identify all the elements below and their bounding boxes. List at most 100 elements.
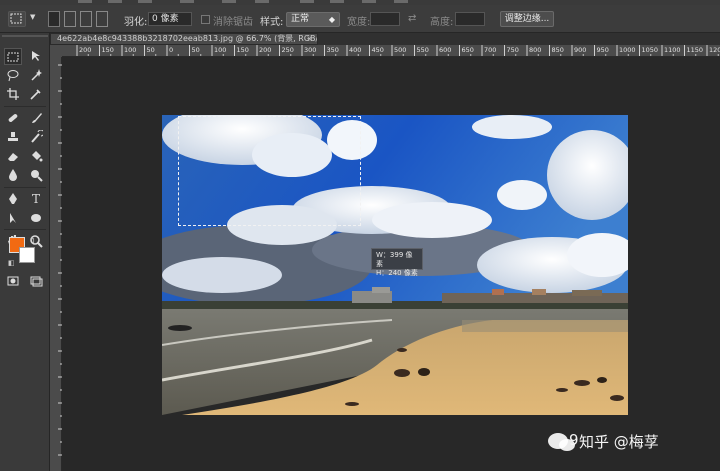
menu-item[interactable] (138, 0, 152, 3)
watermark-digit: 9 (569, 431, 579, 449)
selection-width-readout: W：399 像素 (376, 251, 413, 268)
height-label: 高度: (430, 17, 454, 28)
screen-mode-button[interactable] (27, 273, 45, 290)
dodge-tool[interactable] (27, 167, 45, 184)
ruler-label: 0 (169, 46, 173, 54)
antialias-checkbox[interactable] (201, 15, 210, 24)
ruler-label: 50 (192, 46, 200, 54)
ruler-label: 50 (147, 46, 155, 54)
path-select-tool[interactable] (4, 210, 22, 227)
quick-mask-button[interactable] (4, 273, 22, 290)
paint-bucket-tool[interactable] (27, 148, 45, 165)
selection-height-readout: H：240 像素 (376, 269, 418, 277)
style-select-value: 正常 (291, 14, 310, 24)
ruler-label: 850 (552, 46, 564, 54)
ruler-label: 950 (597, 46, 609, 54)
refine-edge-button[interactable]: 调整边缘... (500, 11, 554, 27)
eyedropper-icon (30, 89, 41, 100)
chevron-down-icon[interactable]: ▼ (30, 13, 35, 21)
eraser-icon (8, 153, 18, 161)
ruler-label: 100 (214, 46, 226, 54)
clone-stamp-tool[interactable] (4, 129, 22, 146)
pen-icon (9, 193, 17, 204)
ruler-label: 1200 (709, 46, 720, 54)
ruler-label: 1000 (619, 46, 636, 54)
ruler-label: 1050 (642, 46, 659, 54)
height-input[interactable] (455, 12, 485, 26)
drop-icon (9, 169, 17, 181)
move-icon (32, 51, 40, 61)
brush-tool[interactable] (27, 110, 45, 127)
vertical-ruler[interactable] (50, 57, 62, 471)
bucket-icon (32, 151, 43, 162)
style-select[interactable]: 正常 ◆ (286, 12, 340, 27)
add-to-selection-icon[interactable] (64, 11, 76, 27)
rect-marquee-tool[interactable] (4, 48, 22, 65)
selection-size-tooltip: W：399 像素 H：240 像素 (371, 248, 423, 277)
pen-tool[interactable] (4, 191, 22, 208)
menu-item[interactable] (300, 0, 314, 3)
magic-wand-icon (31, 69, 42, 81)
tool-separator (4, 187, 46, 188)
selection-marquee[interactable] (178, 116, 361, 226)
brush-icon (32, 113, 42, 123)
menu-item[interactable] (78, 0, 92, 3)
document-tab-title: 4e622ab4e8c943388b3218702eeab813.jpg @ 6… (57, 34, 318, 43)
menu-item[interactable] (222, 0, 236, 3)
crop-icon (7, 88, 19, 100)
swap-colors-icon[interactable]: ↰ (29, 236, 36, 245)
screen-mode-icon (30, 276, 43, 287)
history-brush-tool[interactable] (27, 129, 45, 146)
ruler-label: 650 (462, 46, 474, 54)
tool-separator (4, 229, 46, 230)
menu-item[interactable] (330, 0, 344, 3)
rect-marquee-icon (10, 13, 22, 24)
new-selection-icon[interactable] (48, 11, 60, 27)
default-colors-icon[interactable]: ◧ (8, 259, 15, 267)
lasso-tool[interactable] (4, 67, 22, 84)
tool-preset-picker[interactable] (8, 11, 26, 27)
quick-mask-icon (7, 276, 19, 286)
type-tool[interactable]: T (27, 191, 45, 208)
close-icon[interactable]: × (306, 34, 313, 44)
width-input[interactable] (370, 12, 400, 26)
ruler-ticks: 200 150 100 50 0 50 100 150 200 250 300 350 400 450 50… (76, 45, 720, 56)
ruler-label: 600 (439, 46, 451, 54)
document-tab[interactable]: 4e622ab4e8c943388b3218702eeab813.jpg @ 6… (50, 33, 318, 45)
menu-item[interactable] (180, 0, 194, 3)
type-icon: T (31, 192, 40, 206)
lasso-icon (7, 70, 19, 82)
menu-item[interactable] (255, 0, 269, 3)
menu-item[interactable] (362, 0, 376, 3)
style-label: 样式: (260, 17, 284, 28)
healing-brush-tool[interactable] (4, 110, 22, 127)
swap-icon[interactable]: ⇄ (408, 13, 416, 24)
panel-grip[interactable] (2, 35, 48, 37)
ruler-label: 500 (394, 46, 406, 54)
ruler-label: 350 (327, 46, 339, 54)
ruler-origin[interactable] (50, 45, 62, 57)
ruler-label: 200 (259, 46, 271, 54)
watermark-text: 知乎 @梅莩 (579, 433, 659, 451)
ruler-label: 250 (282, 46, 294, 54)
background-color-swatch[interactable] (19, 247, 35, 263)
shape-tool[interactable] (27, 210, 45, 227)
intersect-selection-icon[interactable] (96, 11, 108, 27)
menu-item[interactable] (394, 0, 408, 3)
ruler-label: 700 (484, 46, 496, 54)
eraser-tool[interactable] (4, 148, 22, 165)
menu-item[interactable] (108, 0, 122, 3)
blur-tool[interactable] (4, 167, 22, 184)
ruler-label: 300 (304, 46, 316, 54)
tool-separator (4, 106, 46, 107)
tools-panel: T ↰ ◧ (0, 33, 50, 471)
quick-select-tool[interactable] (27, 67, 45, 84)
eyedropper-tool[interactable] (27, 86, 45, 103)
width-label: 宽度: (347, 17, 371, 28)
feather-input[interactable]: 0 像素 (148, 12, 192, 26)
horizontal-ruler[interactable]: 200 150 100 50 0 50 100 150 200 250 300 350 400 450 50… (62, 45, 720, 57)
move-tool[interactable] (27, 48, 45, 65)
crop-tool[interactable] (4, 86, 22, 103)
subtract-selection-icon[interactable] (80, 11, 92, 27)
feather-label: 羽化: (124, 17, 148, 28)
